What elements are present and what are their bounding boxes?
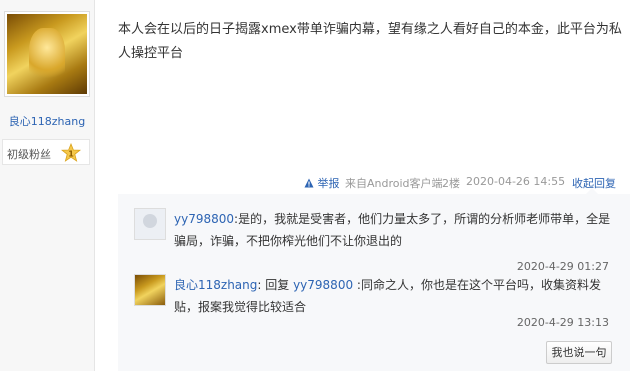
fan-level-row: 初级粉丝 1 <box>2 139 90 165</box>
reply-text: 是的，我就是受害者，他们力量太多了，所谓的分析师老师带单，全是骗局，诈骗，不把你… <box>174 212 611 248</box>
reply-to-username[interactable]: yy798800 <box>293 278 353 292</box>
author-name-link[interactable]: 良心118zhang <box>0 113 94 129</box>
reply-username[interactable]: yy798800 <box>174 212 234 226</box>
fan-level-label: 初级粉丝 <box>7 148 51 161</box>
level-badge-icon: 1 <box>61 143 81 162</box>
post-source: 来自Android客户端 <box>345 177 443 190</box>
reply-item: yy798800:是的，我就是受害者，他们力量太多了，所谓的分析师老师带单，全是… <box>134 208 622 273</box>
reply-item: 良心118zhang: 回复 yy798800 :同命之人，你也是在这个平台吗，… <box>134 274 622 334</box>
warning-icon <box>304 178 314 188</box>
reply-time: 2020-4-29 13:13 <box>516 316 609 329</box>
report-link[interactable]: 举报 <box>304 175 340 191</box>
post-content: 本人会在以后的日子揭露xmex带单诈骗内幕，望有缘之人看好自己的本金，此平台为私… <box>118 22 622 61</box>
reply-body: 良心118zhang: 回复 yy798800 :同命之人，你也是在这个平台吗，… <box>174 274 619 318</box>
reply-body: yy798800:是的，我就是受害者，他们力量太多了，所谓的分析师老师带单，全是… <box>174 208 619 252</box>
reply-time: 2020-4-29 01:27 <box>516 260 609 273</box>
reply-avatar[interactable] <box>134 208 166 240</box>
floor-number: 2楼 <box>442 177 460 190</box>
avatar-image <box>7 14 87 94</box>
author-avatar[interactable] <box>4 11 90 97</box>
author-sidebar: 良心118zhang 初级粉丝 1 <box>0 0 95 371</box>
level-number: 1 <box>68 150 74 159</box>
reply-separator: : 回复 <box>257 278 294 292</box>
reply-avatar[interactable] <box>134 274 166 306</box>
post-datetime: 2020-04-26 14:55 <box>466 175 566 188</box>
reply-username[interactable]: 良心118zhang <box>174 278 257 292</box>
report-label: 举报 <box>317 177 340 190</box>
say-something-button[interactable]: 我也说一句 <box>546 341 612 364</box>
